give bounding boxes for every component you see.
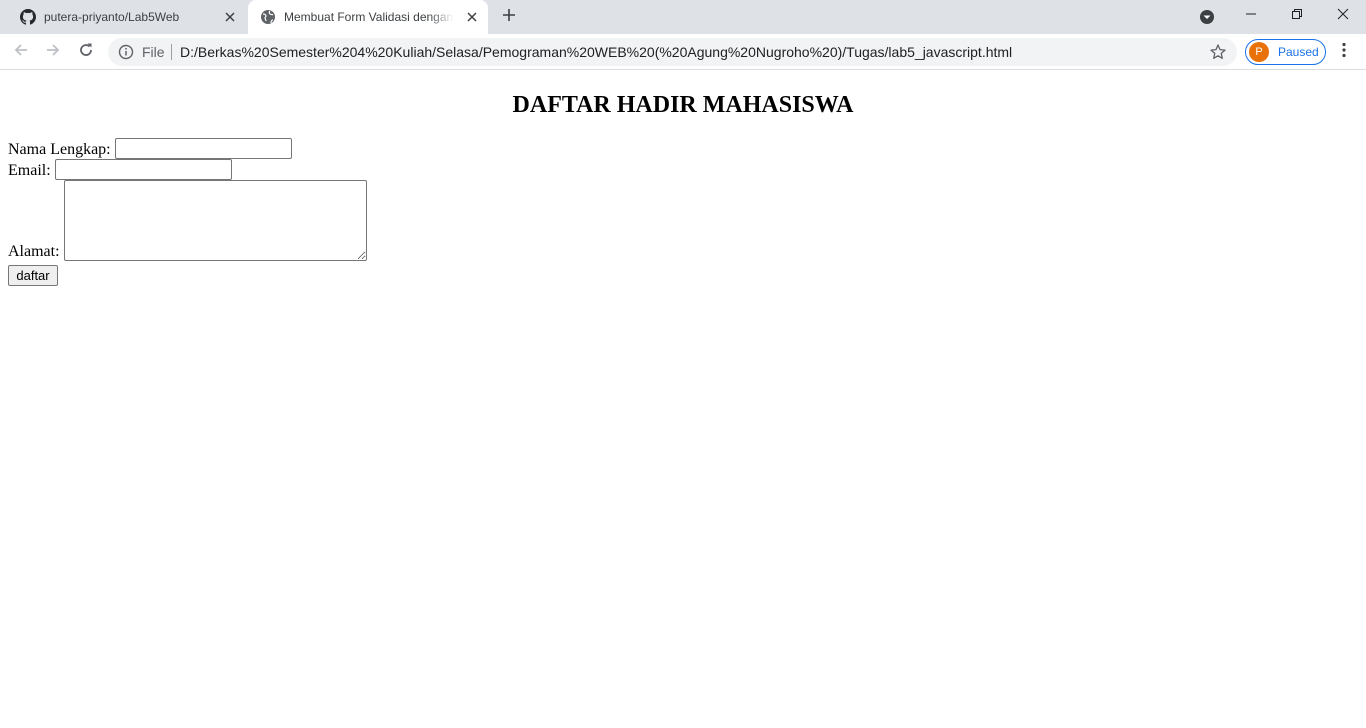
avatar: P bbox=[1249, 42, 1269, 62]
close-icon[interactable] bbox=[464, 9, 480, 25]
kebab-menu-icon bbox=[1342, 42, 1346, 63]
email-label: Email: bbox=[8, 162, 51, 179]
tab-github[interactable]: putera-priyanto/Lab5Web bbox=[8, 0, 246, 34]
window-close-button[interactable] bbox=[1320, 0, 1366, 32]
new-tab-button[interactable] bbox=[499, 7, 519, 27]
url-text[interactable]: D:/Berkas%20Semester%204%20Kuliah/Selasa… bbox=[180, 45, 1012, 59]
forward-button[interactable] bbox=[41, 40, 65, 64]
sync-status-label: Paused bbox=[1278, 45, 1319, 59]
tab-title: putera-priyanto/Lab5Web bbox=[44, 10, 180, 24]
address-bar[interactable]: File D:/Berkas%20Semester%204%20Kuliah/S… bbox=[108, 38, 1237, 66]
nama-row: Nama Lengkap: bbox=[8, 138, 292, 159]
chevron-down-circle-icon bbox=[1198, 10, 1216, 30]
plus-icon bbox=[502, 8, 516, 27]
browser-menu-button[interactable] bbox=[1335, 40, 1353, 64]
page-title: DAFTAR HADIR MAHASISWA bbox=[512, 92, 854, 118]
close-icon[interactable] bbox=[222, 9, 238, 25]
nama-label: Nama Lengkap: bbox=[8, 141, 111, 158]
reload-button[interactable] bbox=[74, 40, 98, 64]
arrow-left-icon bbox=[13, 42, 29, 63]
alamat-textarea[interactable] bbox=[63, 180, 367, 261]
daftar-button[interactable]: daftar bbox=[8, 265, 58, 286]
email-input[interactable] bbox=[54, 159, 232, 180]
scheme-label: File bbox=[142, 44, 165, 60]
close-icon bbox=[1337, 7, 1349, 25]
nama-input[interactable] bbox=[114, 138, 292, 159]
restore-icon bbox=[1291, 7, 1303, 25]
alamat-label: Alamat: bbox=[8, 243, 60, 260]
info-icon[interactable] bbox=[118, 44, 134, 60]
tab-title: Membuat Form Validasi dengan J bbox=[284, 10, 454, 24]
tab-form-validasi[interactable]: Membuat Form Validasi dengan J bbox=[248, 0, 488, 34]
back-button[interactable] bbox=[9, 40, 33, 64]
tab-strip: putera-priyanto/Lab5Web Membuat Form Val… bbox=[0, 0, 1366, 34]
browser-toolbar: File D:/Berkas%20Semester%204%20Kuliah/S… bbox=[0, 34, 1366, 70]
profile-button[interactable]: P Paused bbox=[1245, 39, 1326, 65]
divider bbox=[171, 44, 172, 60]
globe-icon bbox=[260, 9, 276, 25]
page-content: DAFTAR HADIR MAHASISWA Nama Lengkap: Ema… bbox=[0, 71, 1366, 728]
tab-search-button[interactable] bbox=[1198, 8, 1216, 26]
star-icon[interactable] bbox=[1209, 43, 1227, 61]
minimize-button[interactable] bbox=[1228, 0, 1274, 32]
github-icon bbox=[20, 9, 36, 25]
restore-button[interactable] bbox=[1274, 0, 1320, 32]
arrow-right-icon bbox=[45, 42, 61, 63]
email-row: Email: bbox=[8, 159, 232, 180]
reload-icon bbox=[78, 42, 94, 63]
minimize-icon bbox=[1245, 7, 1257, 25]
alamat-row: Alamat: bbox=[8, 180, 367, 261]
